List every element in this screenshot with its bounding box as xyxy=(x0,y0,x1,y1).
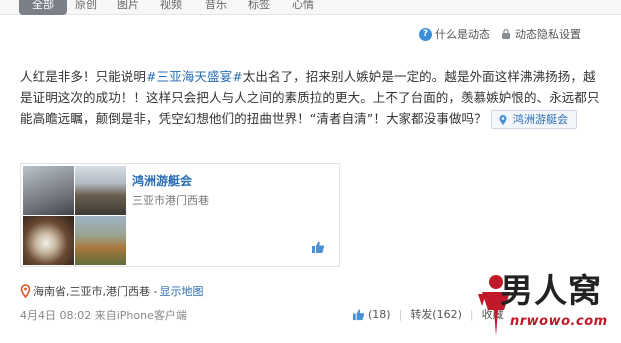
tab-original[interactable]: 原创 xyxy=(75,0,97,15)
venue-card-title[interactable]: 鸿洲游艇会 xyxy=(132,172,192,189)
venue-photo-grid xyxy=(23,166,126,265)
privacy-settings-label: 动态隐私设置 xyxy=(515,28,581,41)
location-row: 海南省,三亚市,港门西巷 - 显示地图 xyxy=(20,283,203,299)
action-divider: | xyxy=(398,307,403,321)
venue-photo xyxy=(75,166,126,215)
venue-chip[interactable]: 鸿洲游艇会 xyxy=(490,110,578,129)
like-button[interactable]: (18) xyxy=(352,308,391,321)
question-icon: ? xyxy=(419,27,432,41)
venue-card-address: 三亚市港门西巷 xyxy=(132,194,209,207)
venue-card[interactable]: 鸿洲游艇会 三亚市港门西巷 xyxy=(20,163,340,267)
thumbs-up-icon[interactable] xyxy=(311,240,325,254)
repost-button[interactable]: 转发(162) xyxy=(410,306,462,322)
brand-name: 男人窝 xyxy=(500,271,602,310)
feed-help-row: ? 什么是动态 动态隐私设置 xyxy=(419,26,581,42)
feed-filter-tabs: 全部 原创 图片 视频 音乐 标签 心情 xyxy=(0,0,621,15)
show-map-link[interactable]: 显示地图 xyxy=(159,283,203,299)
tab-images[interactable]: 图片 xyxy=(117,0,139,15)
hashtag-link[interactable]: #三亚海天盛宴# xyxy=(146,69,243,84)
what-is-feed-label: 什么是动态 xyxy=(435,28,490,41)
action-divider: | xyxy=(469,307,474,321)
thumbs-up-icon xyxy=(352,308,365,320)
post-text-before: 人红是非多！只能说明 xyxy=(20,69,147,84)
what-is-feed-link[interactable]: ? 什么是动态 xyxy=(419,26,490,42)
map-pin-icon xyxy=(499,114,507,125)
tab-mood[interactable]: 心情 xyxy=(292,0,314,15)
tab-music[interactable]: 音乐 xyxy=(205,0,227,15)
lock-icon xyxy=(502,28,510,39)
like-count: (18) xyxy=(368,307,391,321)
privacy-settings-link[interactable]: 动态隐私设置 xyxy=(500,26,581,42)
brand-url: nrwowo.com xyxy=(510,314,608,329)
venue-photo xyxy=(75,216,126,265)
venue-chip-label: 鸿洲游艇会 xyxy=(512,113,569,126)
venue-photo xyxy=(23,166,74,215)
tab-tags[interactable]: 标签 xyxy=(248,0,270,15)
post-timestamp-source: 4月4日 08:02 来自iPhone客户端 xyxy=(20,309,187,322)
location-pin-icon xyxy=(20,284,31,298)
tab-videos[interactable]: 视频 xyxy=(160,0,182,15)
venue-photo xyxy=(23,216,74,265)
location-text: 海南省,三亚市,港门西巷 - xyxy=(33,285,158,298)
post-body: 人红是非多！只能说明#三亚海天盛宴#太出名了，招来别人嫉妒是一定的。越是外面这样… xyxy=(20,66,605,129)
site-watermark: 男人窝 nrwowo.com xyxy=(476,264,621,343)
tab-all[interactable]: 全部 xyxy=(19,0,67,15)
